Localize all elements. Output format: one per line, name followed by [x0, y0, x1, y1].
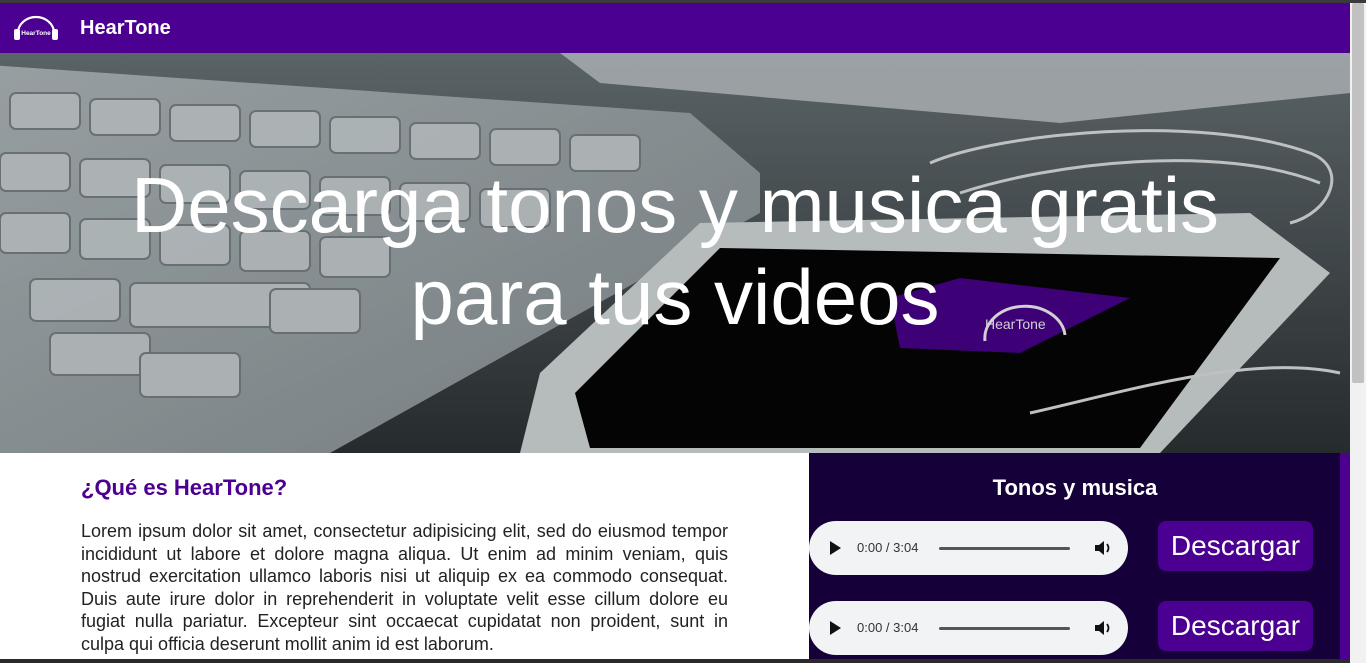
about-section: ¿Qué es HearTone? Lorem ipsum dolor sit …: [0, 453, 809, 663]
about-heading: ¿Qué es HearTone?: [81, 475, 288, 500]
audio-player-2[interactable]: 0:00 / 3:04: [809, 601, 1128, 655]
audio-player-1[interactable]: 0:00 / 3:04: [809, 521, 1128, 575]
logo-text: HearTone: [21, 30, 51, 37]
page: HearTone HearTone HearTone Descarga tono…: [0, 0, 1366, 663]
audio-time: 0:00 / 3:04: [857, 540, 919, 555]
panel-edge: [1340, 453, 1350, 663]
audio-time: 0:00 / 3:04: [857, 620, 919, 635]
download-button-2[interactable]: Descargar: [1158, 601, 1313, 651]
tones-heading: Tonos y musica: [992, 475, 1158, 500]
navbar: HearTone HearTone: [0, 3, 1350, 53]
audio-progress-bar[interactable]: [939, 547, 1070, 550]
hero-banner: HearTone Descarga tonos y musica gratis …: [0, 53, 1350, 453]
download-button-1[interactable]: Descargar: [1158, 521, 1313, 571]
about-paragraph: Lorem ipsum dolor sit amet, consectetur …: [81, 521, 728, 654]
brand-name[interactable]: HearTone: [80, 17, 171, 40]
scrollbar-thumb[interactable]: [1352, 3, 1364, 383]
audio-progress-bar[interactable]: [939, 627, 1070, 630]
hero-title-line-1: Descarga tonos y musica gratis: [130, 161, 1220, 249]
play-icon[interactable]: [830, 541, 841, 555]
hero-title-line-2: para tus videos: [410, 253, 940, 341]
tones-panel: Tonos y musica 0:00 / 3:04 Descargar 0:0…: [809, 453, 1350, 663]
play-icon[interactable]: [830, 621, 841, 635]
hero-title: Descarga tonos y musica gratis para tus …: [0, 159, 1350, 343]
headphones-logo-icon[interactable]: HearTone: [12, 11, 60, 43]
volume-icon[interactable]: [1093, 539, 1113, 557]
volume-icon[interactable]: [1093, 619, 1113, 637]
bottom-edge: [0, 659, 1350, 663]
